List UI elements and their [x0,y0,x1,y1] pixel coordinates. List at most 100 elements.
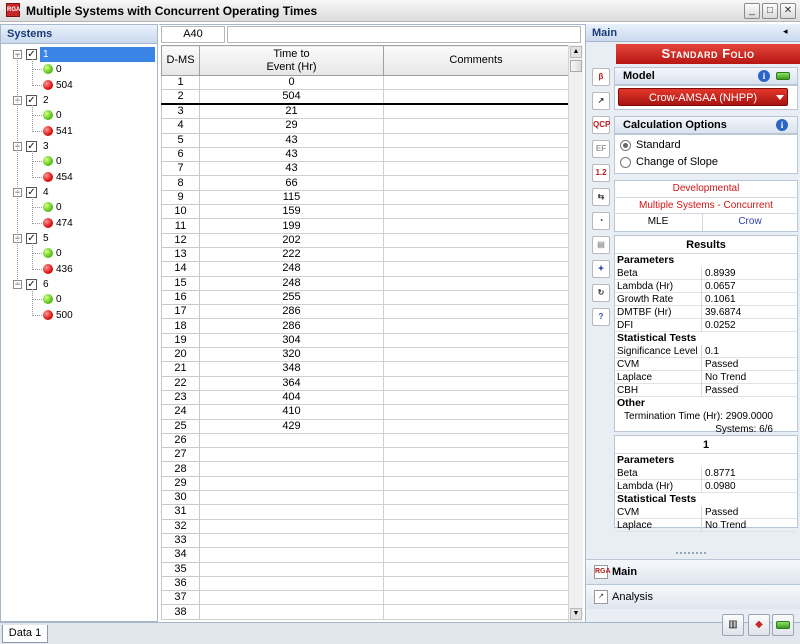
row-number-cell[interactable]: 1 [161,74,200,91]
calculate-button-icon[interactable]: ◆ [748,614,770,636]
comment-cell[interactable] [383,74,569,91]
table-row[interactable]: 13 222 [161,246,569,263]
table-row[interactable]: 30 [161,490,569,506]
row-number-cell[interactable]: 19 [161,332,200,349]
comment-cell[interactable] [383,175,569,191]
system-end-node[interactable]: 504 [1,78,157,93]
row-number-cell[interactable]: 12 [161,232,200,248]
comment-cell[interactable] [383,590,569,606]
time-cell[interactable] [199,432,384,449]
row-number-cell[interactable]: 5 [161,132,200,148]
table-row[interactable]: 34 [161,547,569,563]
table-row[interactable]: 6 43 [161,146,569,163]
comment-cell[interactable] [383,532,569,549]
table-row[interactable]: 21 348 [161,361,569,377]
table-row[interactable]: 18 286 [161,318,569,334]
time-cell[interactable]: 115 [199,189,384,206]
row-number-cell[interactable]: 15 [161,275,200,291]
comment-cell[interactable] [383,146,569,163]
time-cell[interactable] [199,518,384,534]
row-number-cell[interactable]: 24 [161,404,200,420]
table-row[interactable]: 3 21 [161,103,569,120]
table-row[interactable]: 14 248 [161,261,569,277]
row-number-cell[interactable]: 7 [161,161,200,177]
row-number-cell[interactable]: 25 [161,418,200,434]
maximize-button[interactable]: □ [762,3,778,19]
time-cell[interactable]: 222 [199,246,384,263]
table-row[interactable]: 24 410 [161,404,569,420]
time-cell[interactable]: 248 [199,261,384,277]
comment-cell[interactable] [383,103,569,120]
comment-cell[interactable] [383,246,569,263]
status-indicator-icon[interactable] [772,614,794,636]
table-row[interactable]: 11 199 [161,218,569,234]
row-number-cell[interactable]: 32 [161,518,200,534]
comment-cell[interactable] [383,218,569,234]
time-cell[interactable] [199,461,384,477]
transfer-icon[interactable]: ⇆ [592,188,610,206]
system-node[interactable]: − ✓ 4 [1,185,157,200]
row-number-cell[interactable]: 29 [161,475,200,492]
row-number-cell[interactable]: 6 [161,146,200,163]
refresh-icon[interactable]: ↻ [592,284,610,302]
system-node[interactable]: − ✓ 3 [1,139,157,154]
time-cell[interactable]: 404 [199,389,384,406]
time-cell[interactable] [199,447,384,463]
time-cell[interactable] [199,575,384,592]
time-cell[interactable]: 304 [199,332,384,349]
comment-cell[interactable] [383,561,569,577]
time-cell[interactable]: 364 [199,375,384,391]
table-row[interactable]: 29 [161,475,569,492]
table-row[interactable]: 23 404 [161,389,569,406]
row-number-cell[interactable]: 34 [161,547,200,563]
rga-icon[interactable]: β [592,68,610,86]
table-row[interactable]: 26 [161,432,569,449]
row-number-cell[interactable]: 17 [161,304,200,320]
row-number-cell[interactable]: 10 [161,204,200,220]
time-cell[interactable]: 410 [199,404,384,420]
system-node[interactable]: − ✓ 6 [1,277,157,292]
comment-cell[interactable] [383,361,569,377]
row-number-cell[interactable]: 18 [161,318,200,334]
comment-cell[interactable] [383,504,569,520]
row-number-cell[interactable]: 11 [161,218,200,234]
time-cell[interactable] [199,590,384,606]
close-button[interactable]: ✕ [780,3,796,19]
comment-cell[interactable] [383,89,569,106]
comment-cell[interactable] [383,318,569,334]
qcp-icon[interactable]: QCP [592,116,610,134]
system-end-node[interactable]: 474 [1,216,157,231]
plot-icon[interactable]: ↗ [592,92,610,110]
cell-reference[interactable]: A40 [161,26,225,43]
comment-cell[interactable] [383,289,569,306]
comment-cell[interactable] [383,332,569,349]
comment-cell[interactable] [383,575,569,592]
data-grid[interactable]: D-MS Time to Event (Hr) Comments 1 0 2 504 3 2… [161,45,569,620]
row-number-cell[interactable]: 20 [161,347,200,363]
comment-cell[interactable] [383,604,569,620]
model-info-icon[interactable]: i [758,70,770,82]
time-cell[interactable] [199,547,384,563]
comment-cell[interactable] [383,547,569,563]
formula-bar[interactable] [227,26,581,43]
row-number-cell[interactable]: 22 [161,375,200,391]
table-row[interactable]: 27 [161,447,569,463]
table-row[interactable]: 2 504 [161,89,569,106]
time-cell[interactable] [199,604,384,620]
system-node[interactable]: − ✓ 1 [1,47,157,62]
time-cell[interactable]: 199 [199,218,384,234]
row-number-cell[interactable]: 21 [161,361,200,377]
calc-info-icon[interactable]: i [776,119,788,131]
table-row[interactable]: 10 159 [161,204,569,220]
table-row[interactable]: 20 320 [161,347,569,363]
sheet-tab-data-1[interactable]: Data 1 [2,625,48,643]
row-number-cell[interactable]: 26 [161,432,200,449]
table-row[interactable]: 28 [161,461,569,477]
comment-cell[interactable] [383,404,569,420]
table-row[interactable]: 36 [161,575,569,592]
time-cell[interactable] [199,504,384,520]
time-cell[interactable]: 0 [199,74,384,91]
comment-cell[interactable] [383,304,569,320]
table-row[interactable]: 22 364 [161,375,569,391]
time-cell[interactable]: 43 [199,146,384,163]
